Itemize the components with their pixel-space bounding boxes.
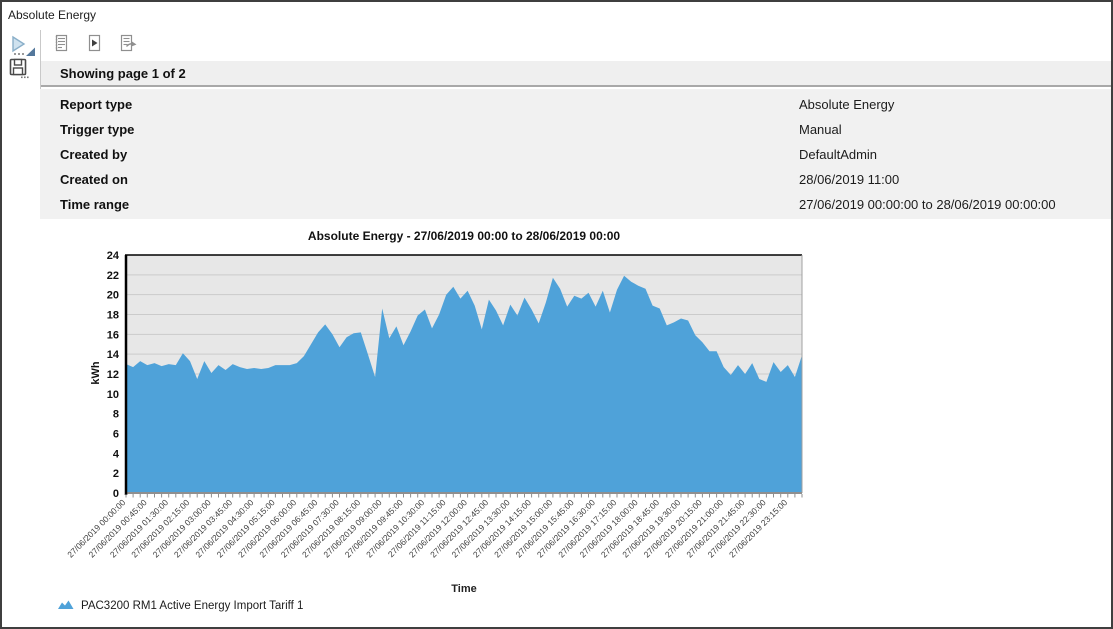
run-report-document-button[interactable] — [84, 36, 104, 56]
page-status-bar: Showing page 1 of 2 — [41, 61, 1111, 87]
meta-label: Created by — [60, 147, 127, 162]
y-axis-label: kWh — [90, 343, 102, 403]
svg-text:6: 6 — [113, 429, 119, 441]
meta-label: Time range — [60, 197, 129, 212]
svg-text:10: 10 — [107, 389, 119, 401]
meta-row-trigger-type: Trigger type Manual — [40, 117, 1111, 142]
svg-text:12: 12 — [107, 369, 119, 381]
meta-value: Manual — [799, 122, 842, 137]
svg-text:20: 20 — [107, 290, 119, 302]
meta-row-time-range: Time range 27/06/2019 00:00:00 to 28/06/… — [40, 192, 1111, 217]
svg-text:8: 8 — [113, 409, 119, 421]
meta-label: Trigger type — [60, 122, 134, 137]
meta-row-created-by: Created by DefaultAdmin — [40, 142, 1111, 167]
run-report-button[interactable] — [10, 35, 36, 59]
run-report-document-icon — [85, 34, 103, 57]
meta-value: DefaultAdmin — [799, 147, 877, 162]
meta-value: 28/06/2019 11:00 — [799, 172, 899, 187]
save-button[interactable] — [9, 58, 31, 80]
x-axis-label: Time — [126, 583, 802, 595]
meta-label: Created on — [60, 172, 128, 187]
svg-text:16: 16 — [107, 329, 119, 341]
meta-value: 27/06/2019 00:00:00 to 28/06/2019 00:00:… — [799, 197, 1056, 212]
svg-text:0: 0 — [113, 488, 119, 500]
export-report-icon — [118, 34, 137, 57]
area-series-icon — [58, 599, 74, 613]
page-status-text: Showing page 1 of 2 — [60, 66, 186, 81]
svg-text:14: 14 — [107, 349, 120, 361]
meta-row-report-type: Report type Absolute Energy — [40, 92, 1111, 117]
report-toolbar — [41, 30, 1111, 61]
legend-series-label: PAC3200 RM1 Active Energy Import Tariff … — [81, 600, 303, 612]
svg-text:18: 18 — [107, 310, 119, 322]
report-preview-icon — [52, 34, 70, 57]
window-title: Absolute Energy — [8, 8, 96, 22]
energy-area-chart: 02468101214161820222427/06/2019 00:00:00… — [40, 247, 1080, 597]
save-icon — [9, 67, 31, 84]
report-window: Absolute Energy — [0, 0, 1113, 629]
svg-text:22: 22 — [107, 270, 119, 282]
chart-legend: PAC3200 RM1 Active Energy Import Tariff … — [58, 599, 303, 613]
meta-value: Absolute Energy — [799, 97, 894, 112]
report-preview-button[interactable] — [51, 36, 71, 56]
chart-title: Absolute Energy - 27/06/2019 00:00 to 28… — [126, 229, 802, 243]
meta-row-created-on: Created on 28/06/2019 11:00 — [40, 167, 1111, 192]
svg-text:2: 2 — [113, 468, 119, 480]
svg-text:24: 24 — [107, 250, 120, 262]
report-metadata: Report type Absolute Energy Trigger type… — [40, 89, 1111, 219]
meta-label: Report type — [60, 97, 132, 112]
export-report-button[interactable] — [117, 36, 137, 56]
svg-text:4: 4 — [113, 448, 120, 460]
